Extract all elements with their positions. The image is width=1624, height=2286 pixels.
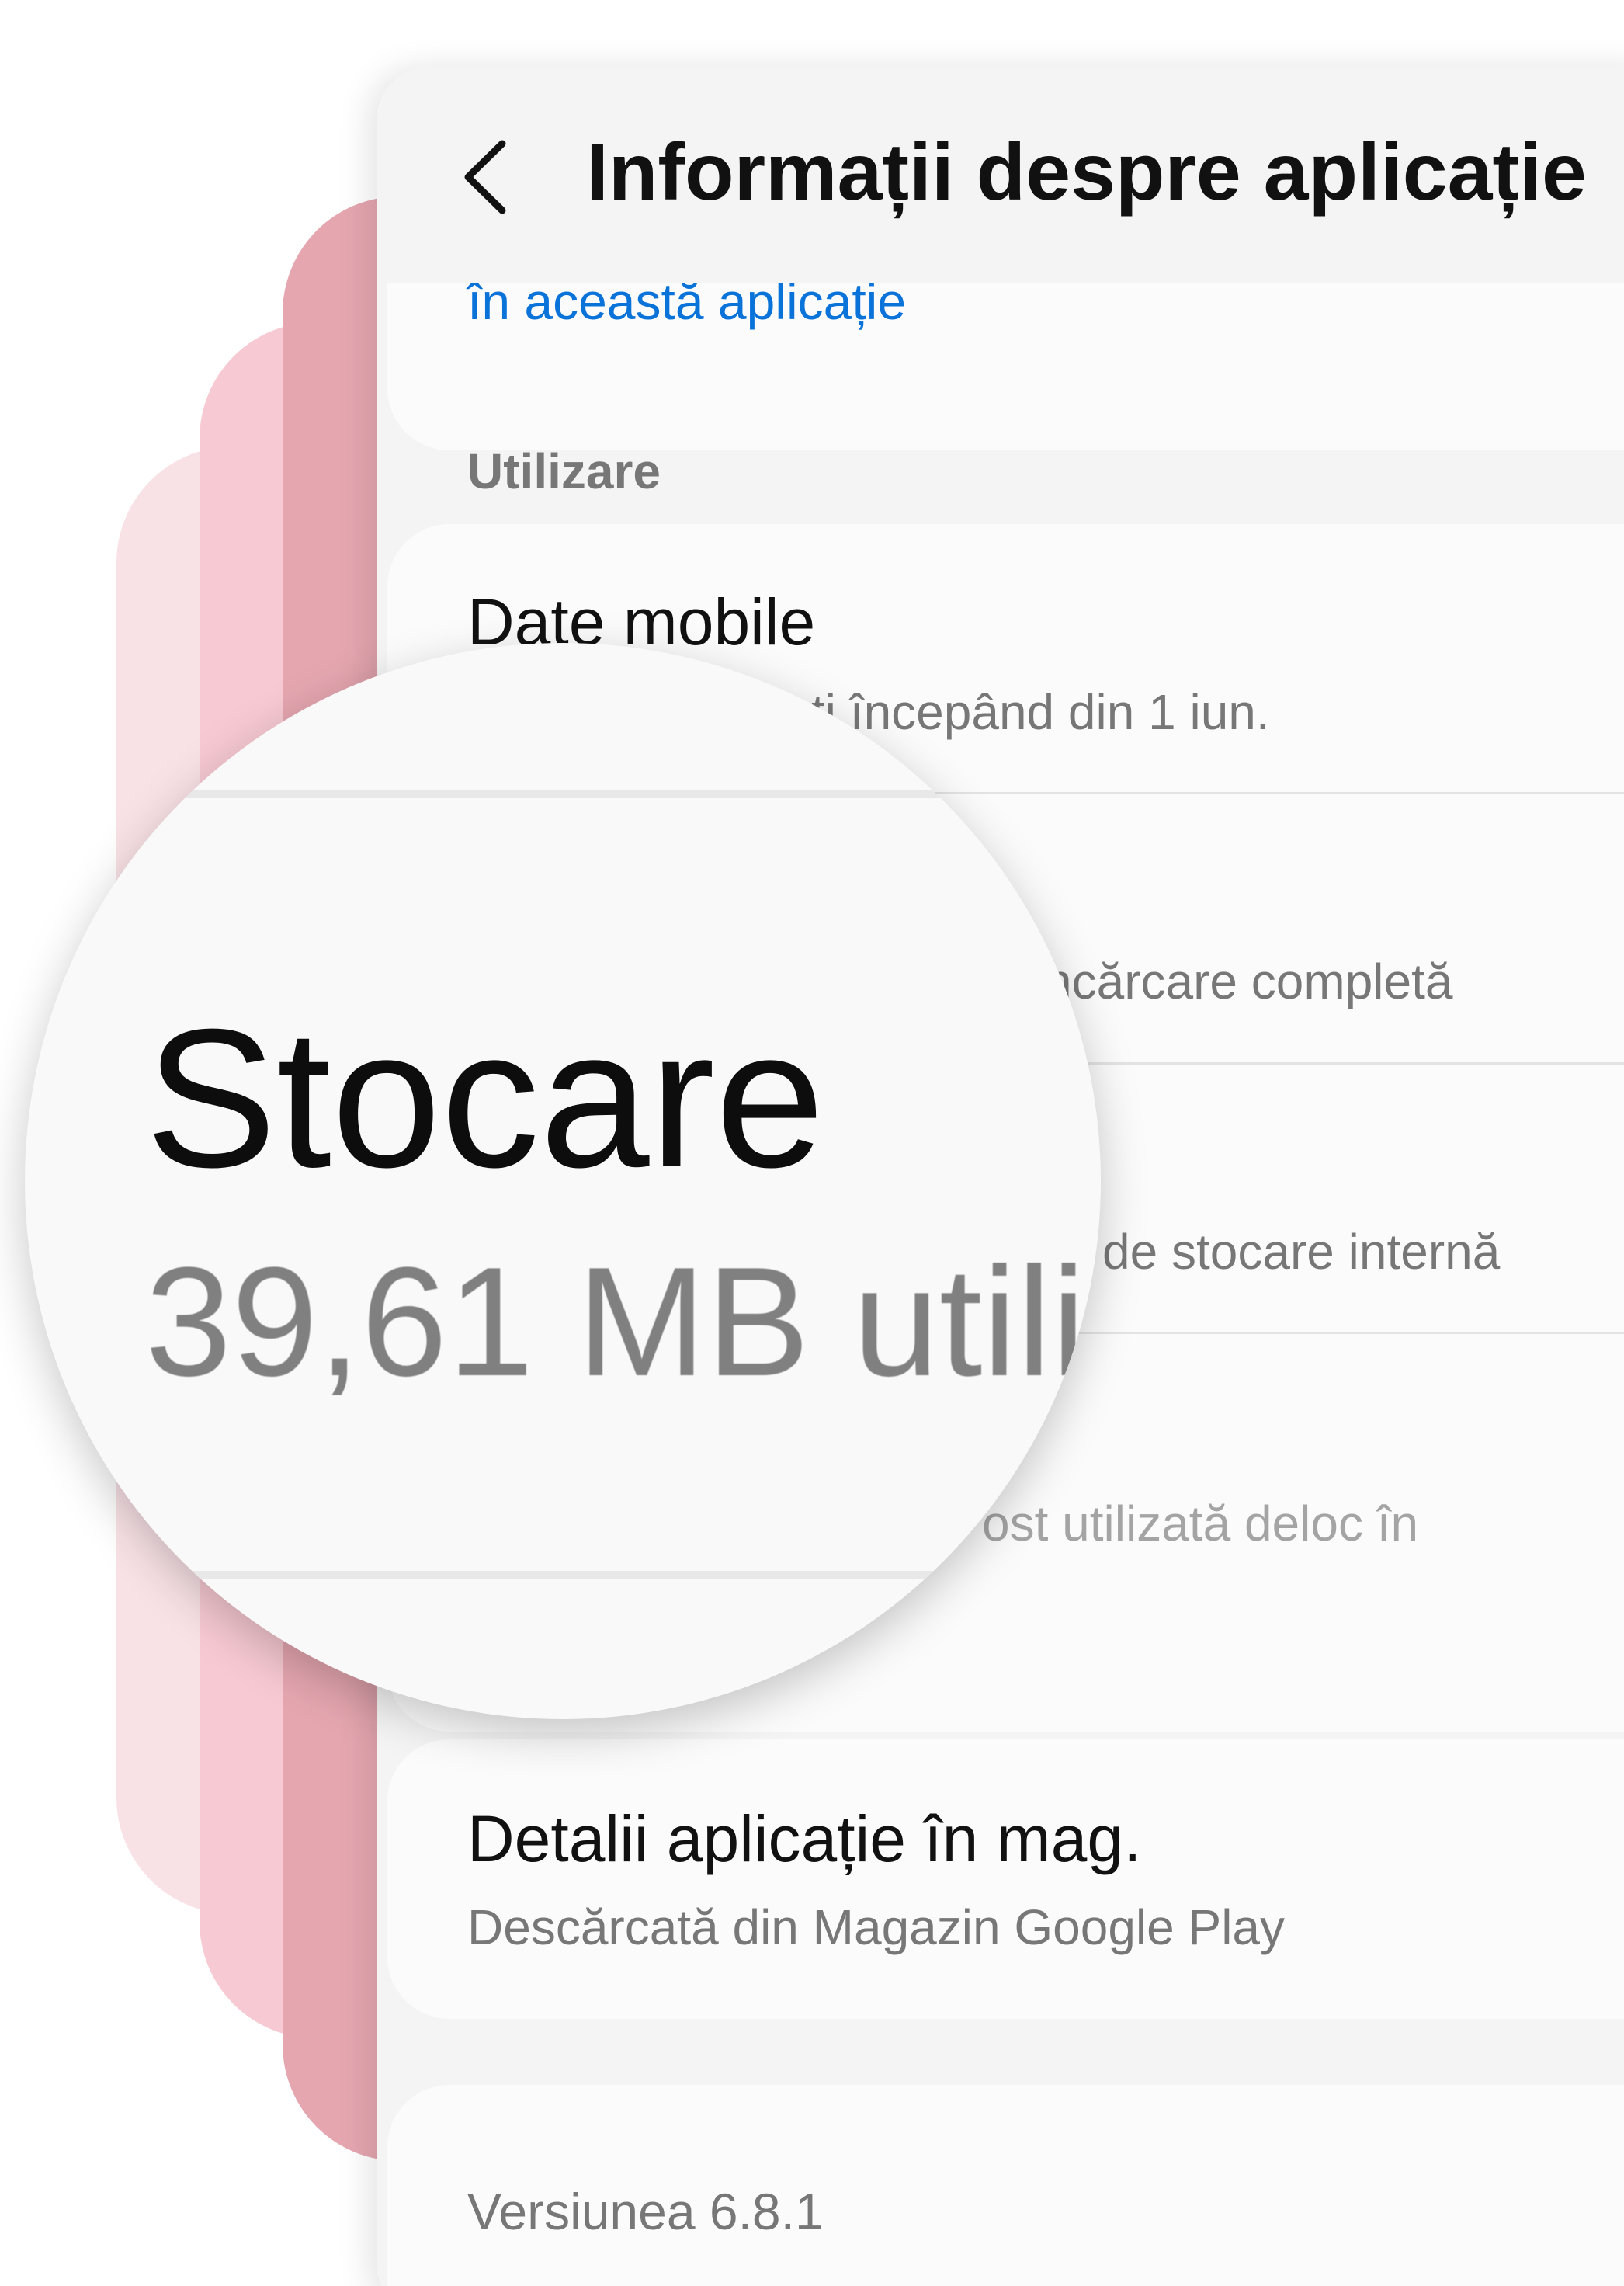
chevron-left-icon[interactable]	[454, 134, 516, 220]
mobile-data-subtitle: ți începând din 1 iun.	[811, 684, 1270, 740]
usage-section-label: Utilizare	[467, 443, 661, 499]
page-title: Informații despre aplicație	[586, 127, 1587, 217]
store-details-card[interactable]	[387, 1739, 1624, 2019]
app-bar: Informații despre aplicație	[377, 66, 1624, 283]
magnified-storage-usage: 39,61 MB utili	[145, 1235, 1086, 1409]
magnifier-lens: Stocare 39,61 MB utili	[25, 643, 1101, 1719]
storage-subtitle: de stocare internă	[1102, 1224, 1501, 1280]
screenshot-stage: în această aplicație Utilizare Date mobi…	[0, 0, 1624, 2286]
unused-app-subtitle: ost utilizată deloc în	[982, 1496, 1419, 1551]
magnified-divider	[25, 1571, 1101, 1579]
version-text: Versiunea 6.8.1	[467, 2183, 824, 2240]
magnified-storage-title: Stocare	[145, 988, 825, 1208]
battery-subtitle: ncărcare completă	[1044, 954, 1453, 1009]
store-details-title[interactable]: Detalii aplicație în mag.	[467, 1801, 1141, 1877]
magnified-divider	[25, 790, 1101, 798]
store-details-subtitle: Descărcată din Magazin Google Play	[467, 1899, 1285, 1955]
